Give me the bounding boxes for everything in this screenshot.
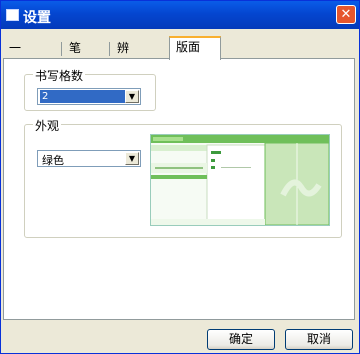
chevron-down-icon[interactable]: ▼ (125, 90, 139, 103)
appearance-label: 外观 (33, 117, 62, 134)
window-title: 设置 (23, 10, 51, 26)
appearance-value: 绿色 (42, 154, 64, 167)
window-icon (6, 9, 19, 21)
tab-separator (61, 42, 62, 56)
ok-button[interactable]: 确定 (207, 329, 275, 350)
chevron-down-icon[interactable]: ▼ (125, 152, 139, 165)
tab-recognition-core[interactable]: 辨识核心 (111, 39, 135, 112)
cancel-button[interactable]: 取消 (285, 329, 353, 350)
grid-count-select[interactable]: 2 ▼ (37, 88, 141, 105)
appearance-select[interactable]: 绿色 ▼ (37, 150, 141, 167)
tab-separator (109, 42, 110, 56)
grid-count-value: 2 (40, 90, 126, 103)
grid-count-label: 书写格数 (33, 67, 86, 84)
settings-dialog: 设置 ✕ 一般 笔迹 辨识核心 版面 书写格数 2 ▼ 外观 绿色 ▼ (0, 0, 360, 354)
layout-tab-panel: 书写格数 2 ▼ 外观 绿色 ▼ (3, 58, 355, 320)
title-bar[interactable]: 设置 ✕ (1, 1, 359, 29)
grid-count-group: 书写格数 2 ▼ (24, 67, 156, 111)
theme-preview-graphic (151, 135, 329, 225)
appearance-group: 外观 绿色 ▼ (24, 117, 342, 238)
tab-general[interactable]: 一般 (3, 39, 27, 74)
theme-preview-image (150, 134, 330, 226)
tab-layout[interactable]: 版面 (169, 36, 221, 60)
close-button[interactable]: ✕ (336, 5, 356, 24)
tab-ink[interactable]: 笔迹 (63, 39, 87, 74)
